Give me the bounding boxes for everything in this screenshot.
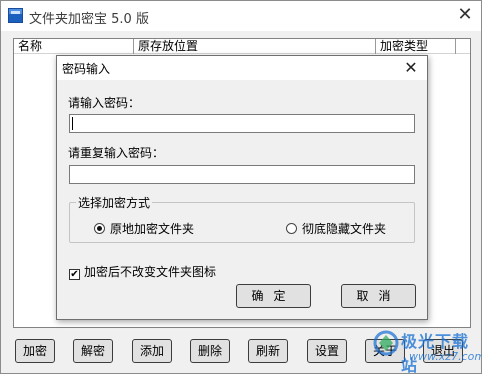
cancel-button[interactable]: 取消 — [341, 284, 416, 308]
close-icon[interactable]: ✕ — [449, 1, 481, 31]
main-window: 文件夹加密宝 5.0 版 ✕ 名称 原存放位置 加密类型 加密 解密 添加 删除… — [0, 0, 482, 374]
add-button[interactable]: 添加 — [132, 339, 172, 363]
ok-button[interactable]: 确定 — [236, 284, 311, 308]
confirm-password-input[interactable] — [69, 165, 415, 184]
radio-encrypt-in-place[interactable]: 原地加密文件夹 — [94, 220, 195, 236]
column-header-name[interactable]: 名称 — [14, 39, 134, 54]
radio-unselected-icon[interactable] — [286, 223, 297, 234]
radio-hide-folder[interactable]: 彻底隐藏文件夹 — [286, 220, 387, 236]
password-label: 请输入密码： — [68, 96, 141, 110]
dialog-close-icon[interactable]: ✕ — [401, 57, 421, 79]
encrypt-mode-group: 选择加密方式 原地加密文件夹 彻底隐藏文件夹 — [69, 194, 415, 243]
encrypt-mode-legend: 选择加密方式 — [76, 194, 153, 211]
keep-icon-checkbox[interactable]: ✔ 加密后不改变文件夹图标 — [69, 263, 216, 280]
text-cursor — [72, 117, 73, 130]
radio-selected-icon[interactable] — [94, 223, 105, 234]
title-bar: 文件夹加密宝 5.0 版 ✕ — [1, 1, 481, 31]
refresh-button[interactable]: 刷新 — [248, 339, 288, 363]
encrypt-button[interactable]: 加密 — [15, 339, 55, 363]
settings-button[interactable]: 设置 — [307, 339, 347, 363]
delete-button[interactable]: 删除 — [190, 339, 230, 363]
window-title: 文件夹加密宝 5.0 版 — [29, 12, 149, 27]
radio-label: 原地加密文件夹 — [110, 222, 195, 236]
password-input[interactable] — [69, 114, 415, 133]
checkmark-icon[interactable]: ✔ — [69, 269, 80, 280]
password-dialog: 密码输入 ✕ 请输入密码： 请重复输入密码： 选择加密方式 原地加密文件夹 彻底… — [56, 55, 428, 320]
app-icon — [8, 8, 23, 23]
dialog-title-bar: 密码输入 ✕ — [57, 56, 427, 80]
decrypt-button[interactable]: 解密 — [73, 339, 113, 363]
keep-icon-label: 加密后不改变文件夹图标 — [84, 265, 217, 279]
about-button[interactable]: 关于 — [365, 339, 405, 363]
dialog-title: 密码输入 — [62, 62, 111, 76]
radio-label: 彻底隐藏文件夹 — [302, 222, 387, 236]
column-header-original-location[interactable]: 原存放位置 — [134, 39, 376, 54]
list-header: 名称 原存放位置 加密类型 — [14, 39, 470, 54]
confirm-password-label: 请重复输入密码： — [68, 146, 165, 160]
exit-button[interactable]: 退出 — [423, 339, 463, 363]
column-header-encrypt-type[interactable]: 加密类型 — [376, 39, 456, 54]
